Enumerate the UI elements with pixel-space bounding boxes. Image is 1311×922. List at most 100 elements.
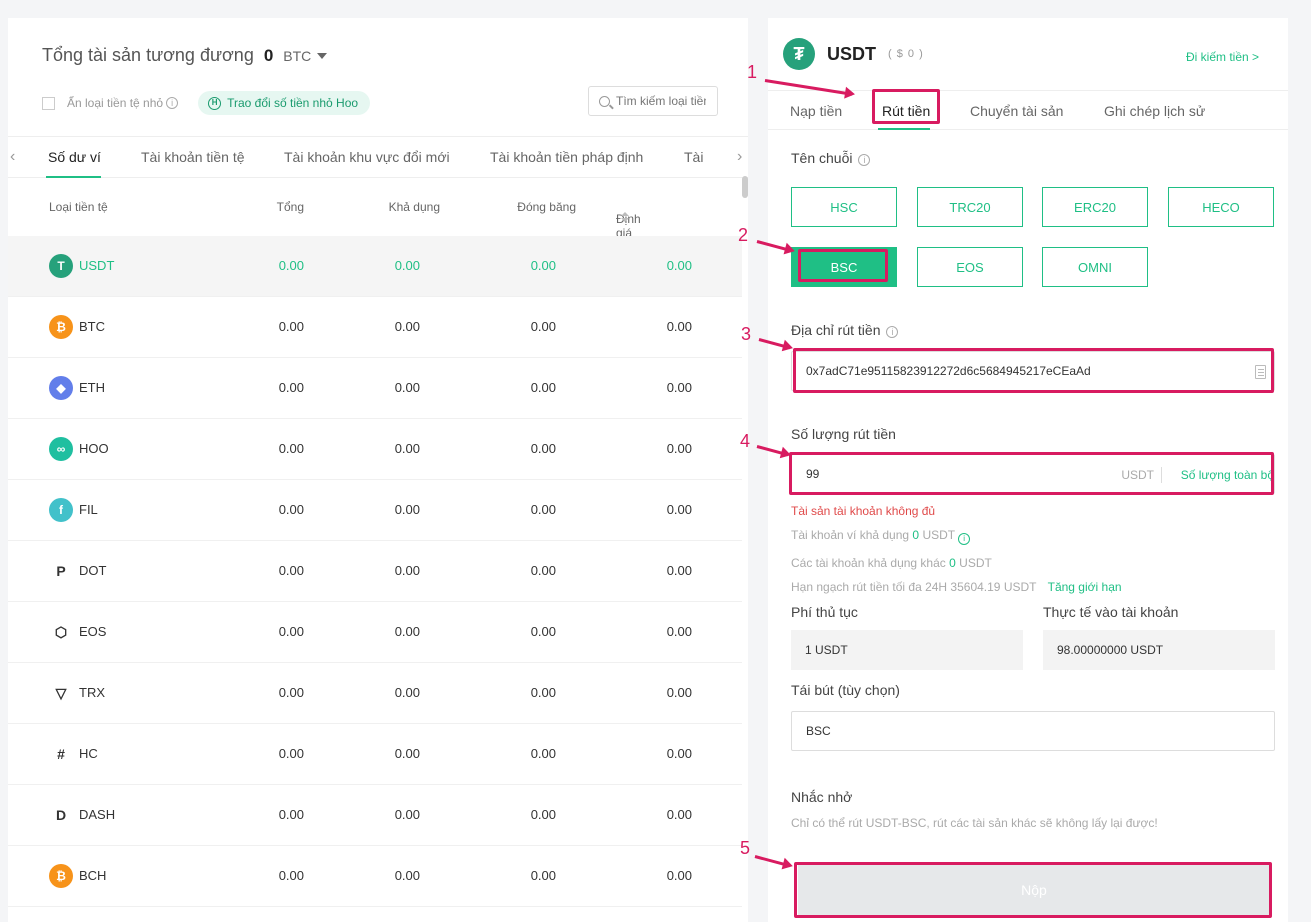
total-assets-label: Tổng tài sản tương đương	[42, 45, 254, 65]
actual-label: Thực tế vào tài khoản	[1043, 604, 1179, 620]
cell-total: 0.00	[278, 868, 304, 883]
info-icon[interactable]: i	[858, 154, 871, 166]
tether-icon: T	[49, 254, 73, 278]
table-header: Loại tiền tệ Tổng Khả dụng Đóng băng Địn…	[49, 200, 641, 254]
cell-frozen: 0.00	[530, 624, 556, 639]
chain-eos[interactable]: EOS	[917, 247, 1023, 287]
cell-frozen: 0.00	[530, 746, 556, 761]
dash-icon: D	[49, 803, 73, 827]
currency-name: USDT	[79, 258, 115, 273]
chain-bsc[interactable]: BSC	[791, 247, 897, 287]
amount-value: 99	[806, 467, 820, 481]
currency-name: BTC	[79, 319, 105, 334]
chevron-right-icon[interactable]: ›	[737, 148, 742, 166]
chain-hsc[interactable]: HSC	[791, 187, 897, 227]
cell-total: 0.00	[278, 563, 304, 578]
tab-fiat-account[interactable]: Tài khoản tiền pháp định	[490, 149, 643, 165]
ethereum-icon: ◆	[49, 376, 73, 400]
tab-deposit[interactable]: Nạp tiền	[790, 103, 842, 119]
table-row[interactable]: D DASH 0.00 0.00 0.00 0.00	[8, 785, 742, 846]
cell-btc: 0.00	[666, 319, 692, 334]
info-icon[interactable]: i	[958, 533, 971, 545]
unit-label: BTC	[283, 47, 312, 64]
tab-wallet-balance[interactable]: Số dư ví	[48, 149, 101, 165]
cell-available: 0.00	[394, 502, 420, 517]
chain-erc20[interactable]: ERC20	[1042, 187, 1148, 227]
chain-omni[interactable]: OMNI	[1042, 247, 1148, 287]
table-row[interactable]: ◆ ETH 0.00 0.00 0.00 0.00	[8, 358, 742, 419]
cell-available: 0.00	[394, 319, 420, 334]
scrollbar[interactable]	[742, 176, 748, 198]
increase-limit-link[interactable]: Tăng giới hạn	[1048, 580, 1122, 594]
divider	[1161, 467, 1162, 483]
earn-link[interactable]: Đi kiếm tiền >	[1186, 50, 1259, 64]
currency-name: FIL	[79, 502, 98, 517]
cell-btc: 0.00	[666, 685, 692, 700]
tab-innovation-account[interactable]: Tài khoản khu vực đổi mới	[284, 149, 450, 165]
currency-name: HOO	[79, 441, 109, 456]
table-row[interactable]: T USDT 0.00 0.00 0.00 0.00	[8, 236, 742, 297]
tab-withdraw[interactable]: Rút tiền	[882, 103, 930, 119]
exchange-small-label: Trao đổi số tiền nhỏ Hoo	[227, 96, 359, 110]
error-message: Tài sản tài khoản không đủ	[791, 504, 936, 518]
cell-available: 0.00	[394, 258, 420, 273]
fee-label: Phí thủ tục	[791, 604, 858, 620]
table-row[interactable]: ₿ BCH 0.00 0.00 0.00 0.00	[8, 846, 742, 907]
cell-btc: 0.00	[666, 502, 692, 517]
table-row[interactable]: ₿ BTC 0.00 0.00 0.00 0.00	[8, 297, 742, 358]
chevron-down-icon	[317, 52, 328, 59]
table-row[interactable]: # HC 0.00 0.00 0.00 0.00	[8, 724, 742, 785]
memo-value: BSC	[806, 724, 831, 738]
table-row[interactable]: P DOT 0.00 0.00 0.00 0.00	[8, 541, 742, 602]
tab-history[interactable]: Ghi chép lịch sử	[1104, 103, 1205, 119]
chain-heco[interactable]: HECO	[1168, 187, 1274, 227]
currency-name: BCH	[79, 868, 107, 883]
unit-dropdown[interactable]: BTC	[283, 47, 328, 64]
amount-input[interactable]: 99 USDT Số lượng toàn bộ	[791, 454, 1275, 494]
tab-transfer[interactable]: Chuyển tài sản	[970, 103, 1063, 119]
cell-frozen: 0.00	[530, 868, 556, 883]
search-box[interactable]	[588, 86, 718, 116]
cell-btc: 0.00	[666, 807, 692, 822]
tab-more-account[interactable]: Tài khoản	[684, 149, 708, 165]
cell-available: 0.00	[394, 685, 420, 700]
table-row[interactable]: ▽ TRX 0.00 0.00 0.00 0.00	[8, 663, 742, 724]
col-total: Tổng	[276, 200, 304, 214]
search-input[interactable]	[616, 94, 706, 108]
tab-currency-account[interactable]: Tài khoản tiền tệ	[141, 149, 245, 165]
max-amount-button[interactable]: Số lượng toàn bộ	[1181, 468, 1274, 482]
paste-icon[interactable]	[1255, 365, 1266, 379]
cell-total: 0.00	[278, 258, 304, 273]
info-icon[interactable]: i	[166, 97, 179, 109]
chevron-left-icon[interactable]: ‹	[10, 148, 15, 166]
tether-icon: ₮	[783, 38, 815, 70]
cell-available: 0.00	[394, 563, 420, 578]
table-row[interactable]: f FIL 0.00 0.00 0.00 0.00	[8, 480, 742, 541]
table-row[interactable]: ⬡ EOS 0.00 0.00 0.00 0.00	[8, 602, 742, 663]
table-row[interactable]: ∞ HOO 0.00 0.00 0.00 0.00	[8, 419, 742, 480]
hide-small-checkbox[interactable]	[42, 96, 55, 110]
chain-trc20[interactable]: TRC20	[917, 187, 1023, 227]
currency-name: HC	[79, 746, 98, 761]
col-currency: Loại tiền tệ	[49, 200, 108, 214]
cell-available: 0.00	[394, 380, 420, 395]
info-icon[interactable]: i	[886, 326, 899, 338]
reminder-label: Nhắc nhở	[791, 789, 853, 805]
address-input[interactable]: 0x7adC71e95115823912272d6c5684945217eCEa…	[791, 351, 1275, 391]
exchange-small-button[interactable]: H Trao đổi số tiền nhỏ Hoo	[198, 91, 371, 115]
cell-total: 0.00	[278, 807, 304, 822]
cell-total: 0.00	[278, 502, 304, 517]
step-5-label: 5	[740, 838, 751, 858]
chain-label: Tên chuỗi i	[791, 150, 871, 166]
bitcoin-icon: ₿	[49, 315, 73, 339]
submit-button[interactable]: Nộp	[798, 864, 1270, 916]
col-available: Khả dụng	[388, 200, 440, 214]
hypercash-icon: #	[49, 742, 73, 766]
cell-btc: 0.00	[666, 441, 692, 456]
cell-frozen: 0.00	[530, 319, 556, 334]
memo-input[interactable]: BSC	[791, 711, 1275, 751]
bitcoin-cash-icon: ₿	[49, 864, 73, 888]
cell-frozen: 0.00	[530, 807, 556, 822]
cell-frozen: 0.00	[530, 563, 556, 578]
currency-name: DOT	[79, 563, 107, 578]
